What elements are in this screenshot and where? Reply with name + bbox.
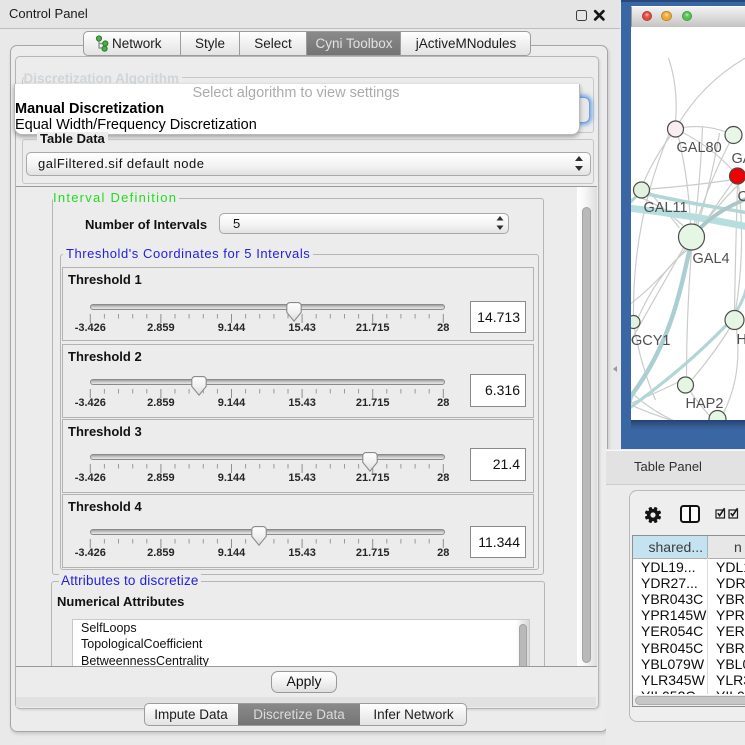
svg-text:H: H — [736, 332, 745, 348]
svg-text:GCY1: GCY1 — [631, 333, 671, 349]
svg-text:GAL4: GAL4 — [692, 251, 729, 267]
svg-text:GAL80: GAL80 — [676, 140, 721, 156]
svg-text:GAL11: GAL11 — [643, 200, 687, 216]
svg-text:HAP2: HAP2 — [685, 396, 723, 412]
svg-text:GA: GA — [731, 151, 745, 167]
svg-text:C: C — [737, 189, 745, 205]
